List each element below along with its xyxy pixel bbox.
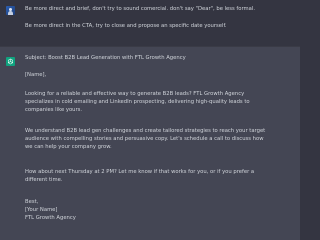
openai-logo-icon — [6, 57, 15, 66]
user-message: Be more direct and brief, don't try to s… — [0, 0, 300, 46]
email-signoff: Best, — [25, 199, 39, 205]
user-avatar-icon — [6, 6, 15, 15]
email-signature: Best, [Your Name] FTL Growth Agency — [25, 199, 271, 223]
user-message-line-2: Be more direct in the CTA, try to close … — [25, 23, 227, 29]
email-paragraph-2: We understand B2B lead gen challenges an… — [25, 128, 266, 150]
email-signature-name: [Your Name] — [25, 206, 58, 213]
email-paragraph-1: Looking for a reliable and effective way… — [25, 91, 250, 113]
email-paragraph-3: How about next Thursday at 2 PM? Let me … — [25, 169, 255, 183]
user-message-line-1: Be more direct and brief, don't try to s… — [25, 6, 256, 12]
email-subject: Subject: Boost B2B Lead Generation with … — [25, 55, 186, 61]
email-greeting: [Name], — [25, 72, 47, 78]
email-signature-company: FTL Growth Agency — [25, 214, 76, 221]
